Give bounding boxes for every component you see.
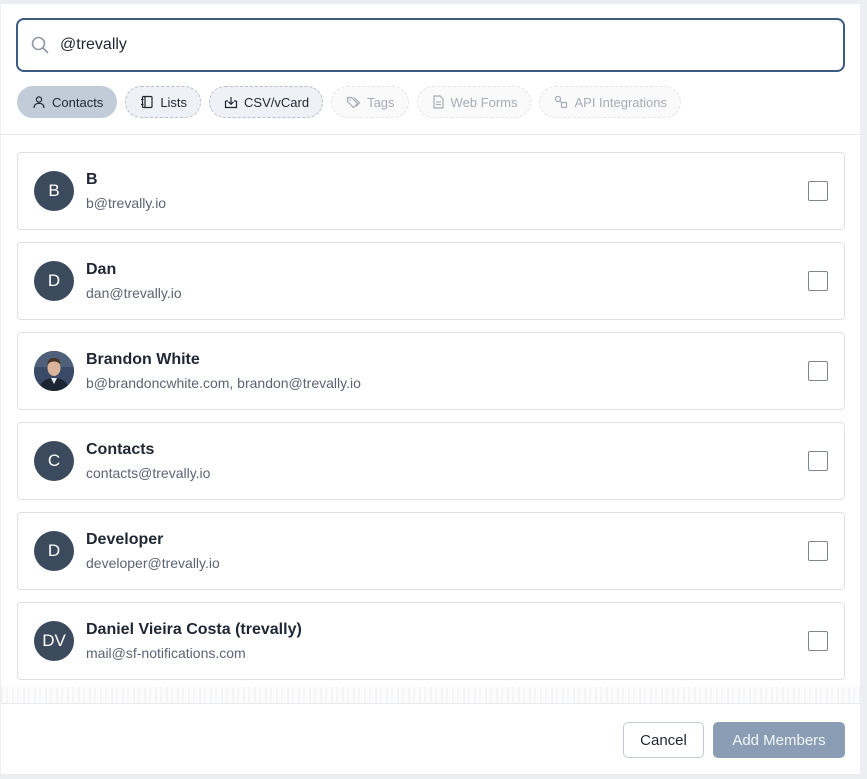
search-box[interactable]: [16, 18, 845, 72]
contact-name: Daniel Vieira Costa (trevally): [86, 621, 302, 638]
chip-contacts[interactable]: Contacts: [17, 86, 118, 118]
chip-tags: Tags: [331, 86, 409, 118]
contact-name: B: [86, 171, 98, 188]
divider: [1, 134, 860, 135]
chip-label: Tags: [367, 94, 395, 110]
avatar: DV: [34, 621, 74, 661]
select-checkbox[interactable]: [808, 451, 828, 471]
add-members-button[interactable]: Add Members: [713, 722, 845, 758]
select-checkbox[interactable]: [808, 541, 828, 561]
import-icon: [224, 97, 238, 109]
chip-label: CSV/vCard: [244, 94, 310, 110]
contact-row[interactable]: DV Daniel Vieira Costa (trevally) mail@s…: [17, 602, 845, 680]
select-checkbox[interactable]: [808, 271, 828, 291]
contact-name: Dan: [86, 261, 117, 278]
chip-lists[interactable]: Lists: [125, 86, 202, 118]
select-checkbox[interactable]: [808, 181, 828, 201]
contact-list: B B b@trevally.io D Dan dan@trevally.io: [17, 152, 845, 692]
contact-name: Brandon White: [86, 351, 200, 368]
chip-label: Lists: [160, 94, 188, 110]
contact-row[interactable]: C Contacts contacts@trevally.io: [17, 422, 845, 500]
contact-email: dan@trevally.io: [86, 285, 182, 301]
contact-email: b@brandoncwhite.com, brandon@trevally.io: [86, 375, 361, 391]
person-photo-icon: [34, 351, 74, 391]
contact-row[interactable]: D Dan dan@trevally.io: [17, 242, 845, 320]
contact-email: b@trevally.io: [86, 195, 167, 211]
contact-email: contacts@trevally.io: [86, 465, 211, 481]
avatar: D: [34, 531, 74, 571]
contact-name: Developer: [86, 531, 164, 548]
search-icon: [31, 36, 49, 54]
contact-row[interactable]: B B b@trevally.io: [17, 152, 845, 230]
avatar: D: [34, 261, 74, 301]
chip-csv-vcard[interactable]: CSV/vCard: [209, 86, 324, 118]
avatar: C: [34, 441, 74, 481]
select-checkbox[interactable]: [808, 361, 828, 381]
select-checkbox[interactable]: [808, 631, 828, 651]
chip-web-forms: Web Forms: [416, 86, 532, 118]
scroll-edge-pattern: [1, 687, 860, 703]
tag-icon: [346, 96, 361, 109]
contact-row[interactable]: D Developer developer@trevally.io: [17, 512, 845, 590]
avatar: B: [34, 171, 74, 211]
contact-row[interactable]: Brandon White b@brandoncwhite.com, brand…: [17, 332, 845, 410]
search-input[interactable]: [60, 36, 800, 54]
person-icon: [33, 96, 45, 109]
integration-icon: [555, 95, 568, 109]
contact-name: Contacts: [86, 441, 155, 458]
cancel-button[interactable]: Cancel: [623, 722, 704, 758]
notebook-icon: [141, 95, 153, 109]
document-icon: [432, 95, 444, 109]
add-members-dialog: Contacts Lists CSV/vCard: [1, 4, 860, 774]
source-filter-chips: Contacts Lists CSV/vCard Tags Web Forms …: [17, 86, 681, 118]
avatar-photo: [34, 351, 74, 391]
chip-label: Web Forms: [450, 94, 518, 110]
dialog-footer: Cancel Add Members: [1, 703, 860, 774]
chip-label: Contacts: [52, 94, 104, 110]
contact-email: mail@sf-notifications.com: [86, 645, 246, 661]
chip-label: API Integrations: [574, 94, 667, 110]
contact-email: developer@trevally.io: [86, 555, 220, 571]
chip-api-integrations: API Integrations: [539, 86, 681, 118]
